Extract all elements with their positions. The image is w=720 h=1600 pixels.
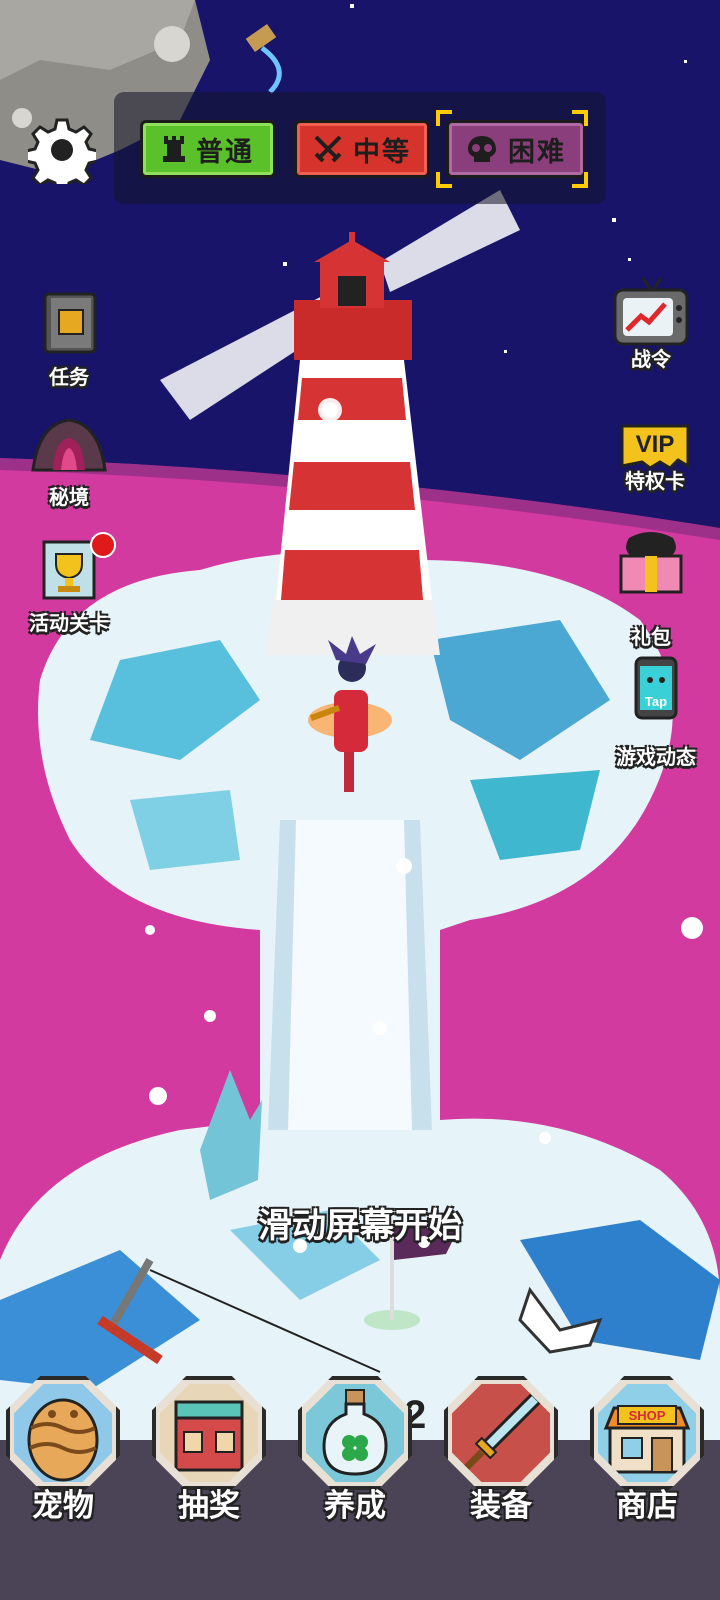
difficulty-medium-label: 中等 bbox=[353, 136, 411, 168]
tv-chart-icon bbox=[613, 277, 689, 346]
crossed-swords-icon bbox=[314, 135, 342, 163]
vip-badge-text: VIP bbox=[636, 431, 675, 458]
gift-box-icon bbox=[619, 532, 683, 594]
game-news-label: 游戏动态 bbox=[616, 745, 696, 769]
nav-shop-label: 商店 bbox=[616, 1488, 678, 1524]
quest-button[interactable]: 任务 bbox=[14, 290, 124, 390]
book-icon bbox=[43, 292, 97, 354]
secret-realm-label: 秘境 bbox=[49, 485, 89, 509]
nav-pet-label: 宠物 bbox=[32, 1488, 94, 1524]
event-levels-button[interactable]: 活动关卡 bbox=[14, 532, 124, 636]
event-levels-label: 活动关卡 bbox=[29, 611, 109, 635]
difficulty-medium-button[interactable]: 中等 bbox=[294, 120, 430, 178]
taptap-phone-icon: Tap bbox=[634, 656, 678, 720]
vip-card-button[interactable]: VIP 特权卡 bbox=[600, 418, 710, 518]
selection-corner bbox=[436, 172, 452, 188]
skull-icon bbox=[468, 136, 496, 162]
notification-dot bbox=[90, 532, 116, 558]
tap-badge-text: Tap bbox=[645, 694, 667, 709]
nav-equipment-button[interactable]: 装备 bbox=[438, 1376, 564, 1526]
selection-corner bbox=[436, 110, 452, 126]
nav-lottery-label: 抽奖 bbox=[178, 1488, 240, 1524]
selection-corner bbox=[572, 110, 588, 126]
gift-pack-button[interactable]: 礼包 bbox=[596, 530, 706, 649]
nav-cultivate-button[interactable]: 养成 bbox=[292, 1376, 418, 1526]
difficulty-normal-label: 普通 bbox=[196, 136, 254, 168]
shop-sign-text: SHOP bbox=[629, 1408, 666, 1423]
difficulty-selector: 普通 中等 困难 bbox=[114, 92, 606, 204]
selection-corner bbox=[572, 172, 588, 188]
nav-shop-button[interactable]: SHOP 商店 bbox=[584, 1376, 710, 1526]
difficulty-hard-button[interactable]: 困难 bbox=[446, 120, 586, 178]
battle-pass-label: 战令 bbox=[631, 347, 671, 371]
difficulty-normal-button[interactable]: 普通 bbox=[140, 120, 276, 178]
vip-card-label: 特权卡 bbox=[625, 469, 685, 493]
nav-lottery-button[interactable]: 抽奖 bbox=[146, 1376, 272, 1526]
nav-equipment-label: 装备 bbox=[470, 1488, 532, 1524]
gift-pack-label: 礼包 bbox=[631, 625, 671, 649]
nav-pet-button[interactable]: 宠物 bbox=[0, 1376, 126, 1526]
cave-icon bbox=[31, 418, 107, 472]
swipe-to-start-hint: 滑动屏幕开始 bbox=[258, 1206, 462, 1246]
quest-label: 任务 bbox=[49, 365, 89, 389]
settings-button[interactable] bbox=[24, 116, 100, 194]
gear-icon bbox=[24, 118, 100, 194]
game-news-button[interactable]: Tap 游戏动态 bbox=[596, 656, 716, 769]
tower-icon bbox=[163, 136, 185, 162]
secret-realm-button[interactable]: 秘境 bbox=[14, 410, 124, 510]
nav-cultivate-label: 养成 bbox=[324, 1488, 386, 1524]
difficulty-hard-label: 困难 bbox=[508, 136, 566, 168]
game-scene[interactable]: 2 bbox=[0, 0, 720, 1600]
battle-pass-button[interactable]: 战令 bbox=[596, 276, 706, 376]
